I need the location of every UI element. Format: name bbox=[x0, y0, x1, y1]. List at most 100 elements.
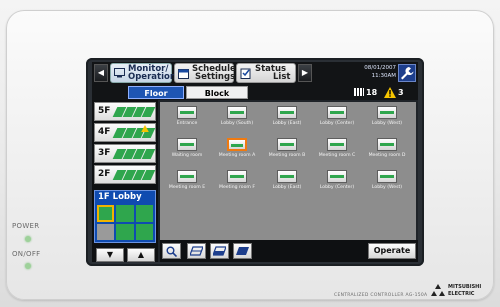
floor-label: 3F bbox=[98, 148, 111, 158]
tab-monitor-operation[interactable]: Monitor/ Operation bbox=[110, 63, 176, 83]
warning-icon bbox=[141, 125, 149, 132]
block-cell[interactable] bbox=[97, 223, 115, 240]
layer-outline-icon[interactable] bbox=[187, 243, 206, 259]
scroll-down-button[interactable]: ▼ bbox=[96, 248, 124, 262]
operate-button[interactable]: Operate bbox=[368, 243, 416, 259]
ac-unit-icon bbox=[327, 138, 347, 151]
unit-item[interactable]: Meeting room E bbox=[162, 168, 212, 198]
ac-unit-icon bbox=[227, 106, 247, 119]
unit-name: Lobby (South) bbox=[220, 121, 254, 126]
unit-item[interactable]: Lobby (Center) bbox=[312, 168, 362, 198]
calendar-icon bbox=[178, 69, 189, 79]
floor-item-5f[interactable]: 5F bbox=[94, 102, 156, 121]
floor-label: 2F bbox=[98, 169, 111, 179]
unit-name: Lobby (East) bbox=[272, 121, 302, 126]
unit-item[interactable]: Lobby (East) bbox=[262, 168, 312, 198]
floor-label: 5F bbox=[98, 106, 111, 116]
top-bar: ◀ Monitor/ Operation Schedule Settings S… bbox=[92, 62, 418, 84]
unit-name: Meeting room E bbox=[168, 185, 206, 190]
floor-label: 4F bbox=[98, 127, 111, 137]
ac-unit-icon bbox=[177, 138, 197, 151]
unit-item[interactable]: Lobby (Center) bbox=[312, 104, 362, 134]
floor-list: 5F 4F 3F 2F 1F Lobby ▼ ▲ bbox=[92, 100, 158, 262]
ac-unit-icon bbox=[227, 138, 247, 151]
unit-name: Meeting room A bbox=[218, 153, 256, 158]
tab-floor[interactable]: Floor bbox=[128, 86, 184, 99]
ac-unit-icon bbox=[327, 106, 347, 119]
ac-unit-icon bbox=[177, 106, 197, 119]
time-display: 11:30AM bbox=[371, 73, 396, 79]
brand-name-2: ELECTRIC bbox=[448, 291, 475, 297]
clipboard-icon bbox=[240, 68, 251, 79]
unit-item[interactable]: Waiting room bbox=[162, 136, 212, 166]
unit-item[interactable]: Lobby (West) bbox=[362, 168, 412, 198]
ac-unit-icon bbox=[277, 138, 297, 151]
tab-status-list[interactable]: Status List bbox=[236, 63, 296, 83]
floor-item-4f[interactable]: 4F bbox=[94, 123, 156, 142]
view-bar: Floor Block 18 3 bbox=[92, 84, 418, 100]
unit-item[interactable]: Meeting room B bbox=[262, 136, 312, 166]
onoff-label: ON/OFF bbox=[12, 250, 41, 258]
unit-name: Meeting room B bbox=[268, 153, 306, 158]
wrench-icon[interactable] bbox=[398, 64, 416, 82]
ac-unit-icon bbox=[377, 170, 397, 183]
block-cell[interactable] bbox=[135, 223, 153, 240]
model-label: CENTRALIZED CONTROLLER AG-150A bbox=[334, 293, 428, 298]
unit-name: Meeting room C bbox=[318, 153, 356, 158]
warning-count: 3 bbox=[398, 88, 404, 97]
warning-icon bbox=[384, 87, 396, 98]
unit-name: Lobby (Center) bbox=[319, 121, 355, 126]
selected-block-title: 1F Lobby bbox=[98, 192, 142, 202]
unit-item-selected[interactable]: Meeting room A bbox=[212, 136, 262, 166]
tab-schedule-settings[interactable]: Schedule Settings bbox=[174, 63, 236, 83]
power-led bbox=[25, 236, 31, 242]
tab-monitor-line2: Operation bbox=[128, 72, 176, 82]
unit-name: Meeting room D bbox=[368, 153, 406, 158]
unit-item[interactable]: Meeting room C bbox=[312, 136, 362, 166]
floor-item-2f[interactable]: 2F bbox=[94, 165, 156, 184]
tab-status-line2: List bbox=[273, 72, 291, 82]
tab-schedule-line2: Settings bbox=[195, 72, 236, 82]
layer-half-icon[interactable] bbox=[210, 243, 229, 259]
onoff-button[interactable] bbox=[25, 263, 31, 269]
unit-name: Meeting room F bbox=[219, 185, 255, 190]
monitor-icon bbox=[114, 68, 125, 78]
unit-count: 18 bbox=[366, 88, 378, 97]
unit-name: Lobby (West) bbox=[371, 185, 403, 190]
scroll-up-button[interactable]: ▲ bbox=[127, 248, 155, 262]
grid-icon bbox=[354, 88, 364, 96]
unit-item[interactable]: Meeting room F bbox=[212, 168, 262, 198]
ac-unit-icon bbox=[327, 170, 347, 183]
tab-block[interactable]: Block bbox=[186, 86, 248, 99]
unit-item[interactable]: Lobby (South) bbox=[212, 104, 262, 134]
brand-logo: MITSUBISHI ELECTRIC bbox=[430, 282, 490, 300]
unit-name: Lobby (East) bbox=[272, 185, 302, 190]
unit-item[interactable]: Lobby (East) bbox=[262, 104, 312, 134]
unit-grid: Entrance Lobby (South) Lobby (East) Lobb… bbox=[160, 102, 416, 240]
unit-name: Entrance bbox=[176, 121, 198, 126]
unit-item[interactable]: Entrance bbox=[162, 104, 212, 134]
ac-unit-icon bbox=[377, 138, 397, 151]
zoom-icon[interactable] bbox=[162, 243, 181, 259]
floor-item-3f[interactable]: 3F bbox=[94, 144, 156, 163]
block-cell[interactable] bbox=[116, 205, 134, 222]
unit-name: Lobby (Center) bbox=[319, 185, 355, 190]
ac-unit-icon bbox=[277, 106, 297, 119]
touch-screen: ◀ Monitor/ Operation Schedule Settings S… bbox=[92, 62, 418, 262]
block-cell[interactable] bbox=[97, 205, 115, 222]
unit-name: Lobby (West) bbox=[371, 121, 403, 126]
block-cell[interactable] bbox=[116, 223, 134, 240]
block-cell[interactable] bbox=[135, 205, 153, 222]
forward-button[interactable]: ▶ bbox=[298, 64, 312, 82]
selected-block-panel[interactable]: 1F Lobby bbox=[94, 190, 156, 243]
ac-unit-icon bbox=[377, 106, 397, 119]
unit-item[interactable]: Lobby (West) bbox=[362, 104, 412, 134]
clock: 08/01/2007 11:30AM bbox=[328, 64, 396, 82]
ac-unit-icon bbox=[277, 170, 297, 183]
back-button[interactable]: ◀ bbox=[94, 64, 108, 82]
power-label: POWER bbox=[12, 222, 40, 230]
floor-map-thumbnail bbox=[112, 107, 156, 117]
unit-item[interactable]: Meeting room D bbox=[362, 136, 412, 166]
ac-unit-icon bbox=[227, 170, 247, 183]
layer-filled-icon[interactable] bbox=[233, 243, 252, 259]
